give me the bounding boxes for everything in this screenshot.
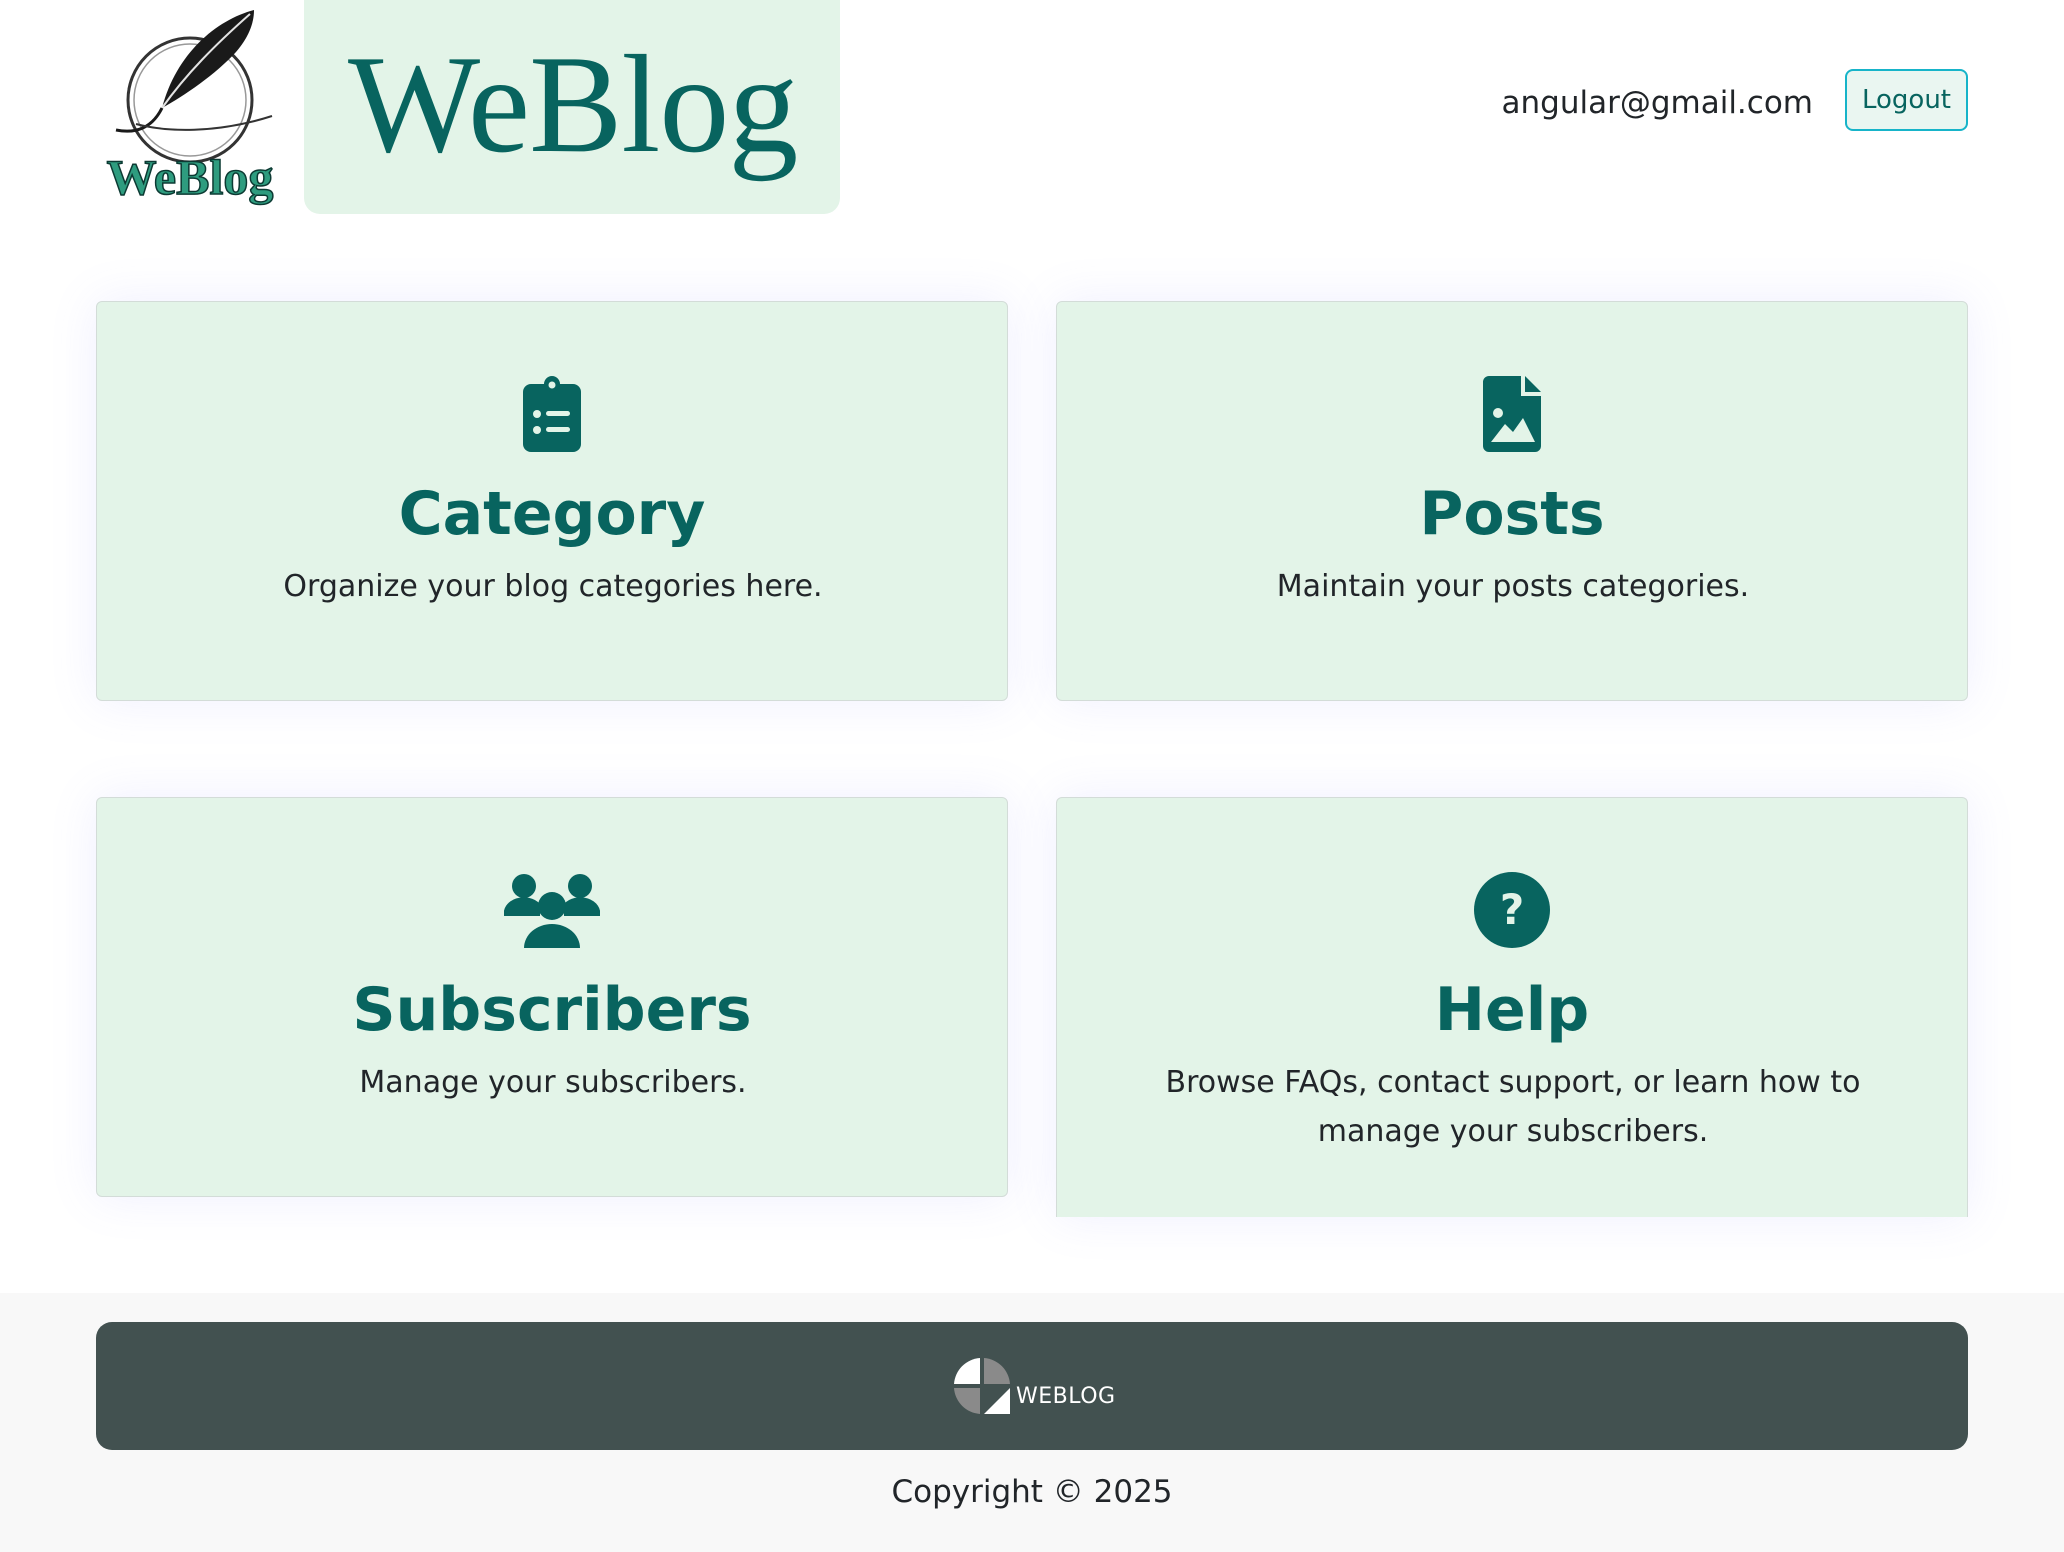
clipboard-list-icon	[97, 374, 1007, 454]
card-title: Posts	[1419, 479, 1605, 549]
card-description: Browse FAQs, contact support, or learn h…	[1165, 1065, 1861, 1149]
svg-text:?: ?	[1500, 885, 1524, 934]
footer-logo-text: WEBLOG	[1016, 1384, 1116, 1409]
brand-banner: WeBlog	[304, 0, 840, 214]
card-description: Manage your subscribers.	[359, 1065, 747, 1100]
card-title: Subscribers	[352, 975, 752, 1045]
subscribers-card[interactable]: Subscribers Manage your subscribers.	[96, 797, 1008, 1197]
header: WeBlog WeBlog angular@gmail.com Logout	[0, 0, 2064, 230]
logout-button[interactable]: Logout	[1845, 69, 1968, 131]
users-icon	[97, 870, 1007, 950]
footer-bar: WEBLOG	[96, 1322, 1968, 1450]
footer-logo[interactable]: WEBLOG	[952, 1352, 1116, 1416]
card-description: Maintain your posts categories.	[1276, 569, 1750, 604]
footer: WEBLOG Copyright © 2025	[0, 1293, 2064, 1552]
category-card[interactable]: Category Organize your blog categories h…	[96, 301, 1008, 701]
card-title: Category	[398, 479, 706, 549]
card-description: Organize your blog categories here.	[283, 569, 823, 604]
help-card[interactable]: ? Help Browse FAQs, contact support, or …	[1056, 797, 1968, 1217]
user-email: angular@gmail.com	[1501, 85, 1813, 121]
posts-card[interactable]: Posts Maintain your posts categories.	[1056, 301, 1968, 701]
footer-logo-icon	[954, 1358, 1010, 1414]
question-circle-icon: ?	[1057, 870, 1967, 950]
copyright-text: Copyright © 2025	[891, 1474, 1173, 1510]
weblog-logo[interactable]: WeBlog	[96, 4, 284, 208]
svg-text:WeBlog: WeBlog	[107, 149, 274, 205]
card-title: Help	[1434, 975, 1590, 1045]
brand-title[interactable]: WeBlog	[348, 20, 798, 190]
file-image-icon	[1057, 374, 1967, 454]
